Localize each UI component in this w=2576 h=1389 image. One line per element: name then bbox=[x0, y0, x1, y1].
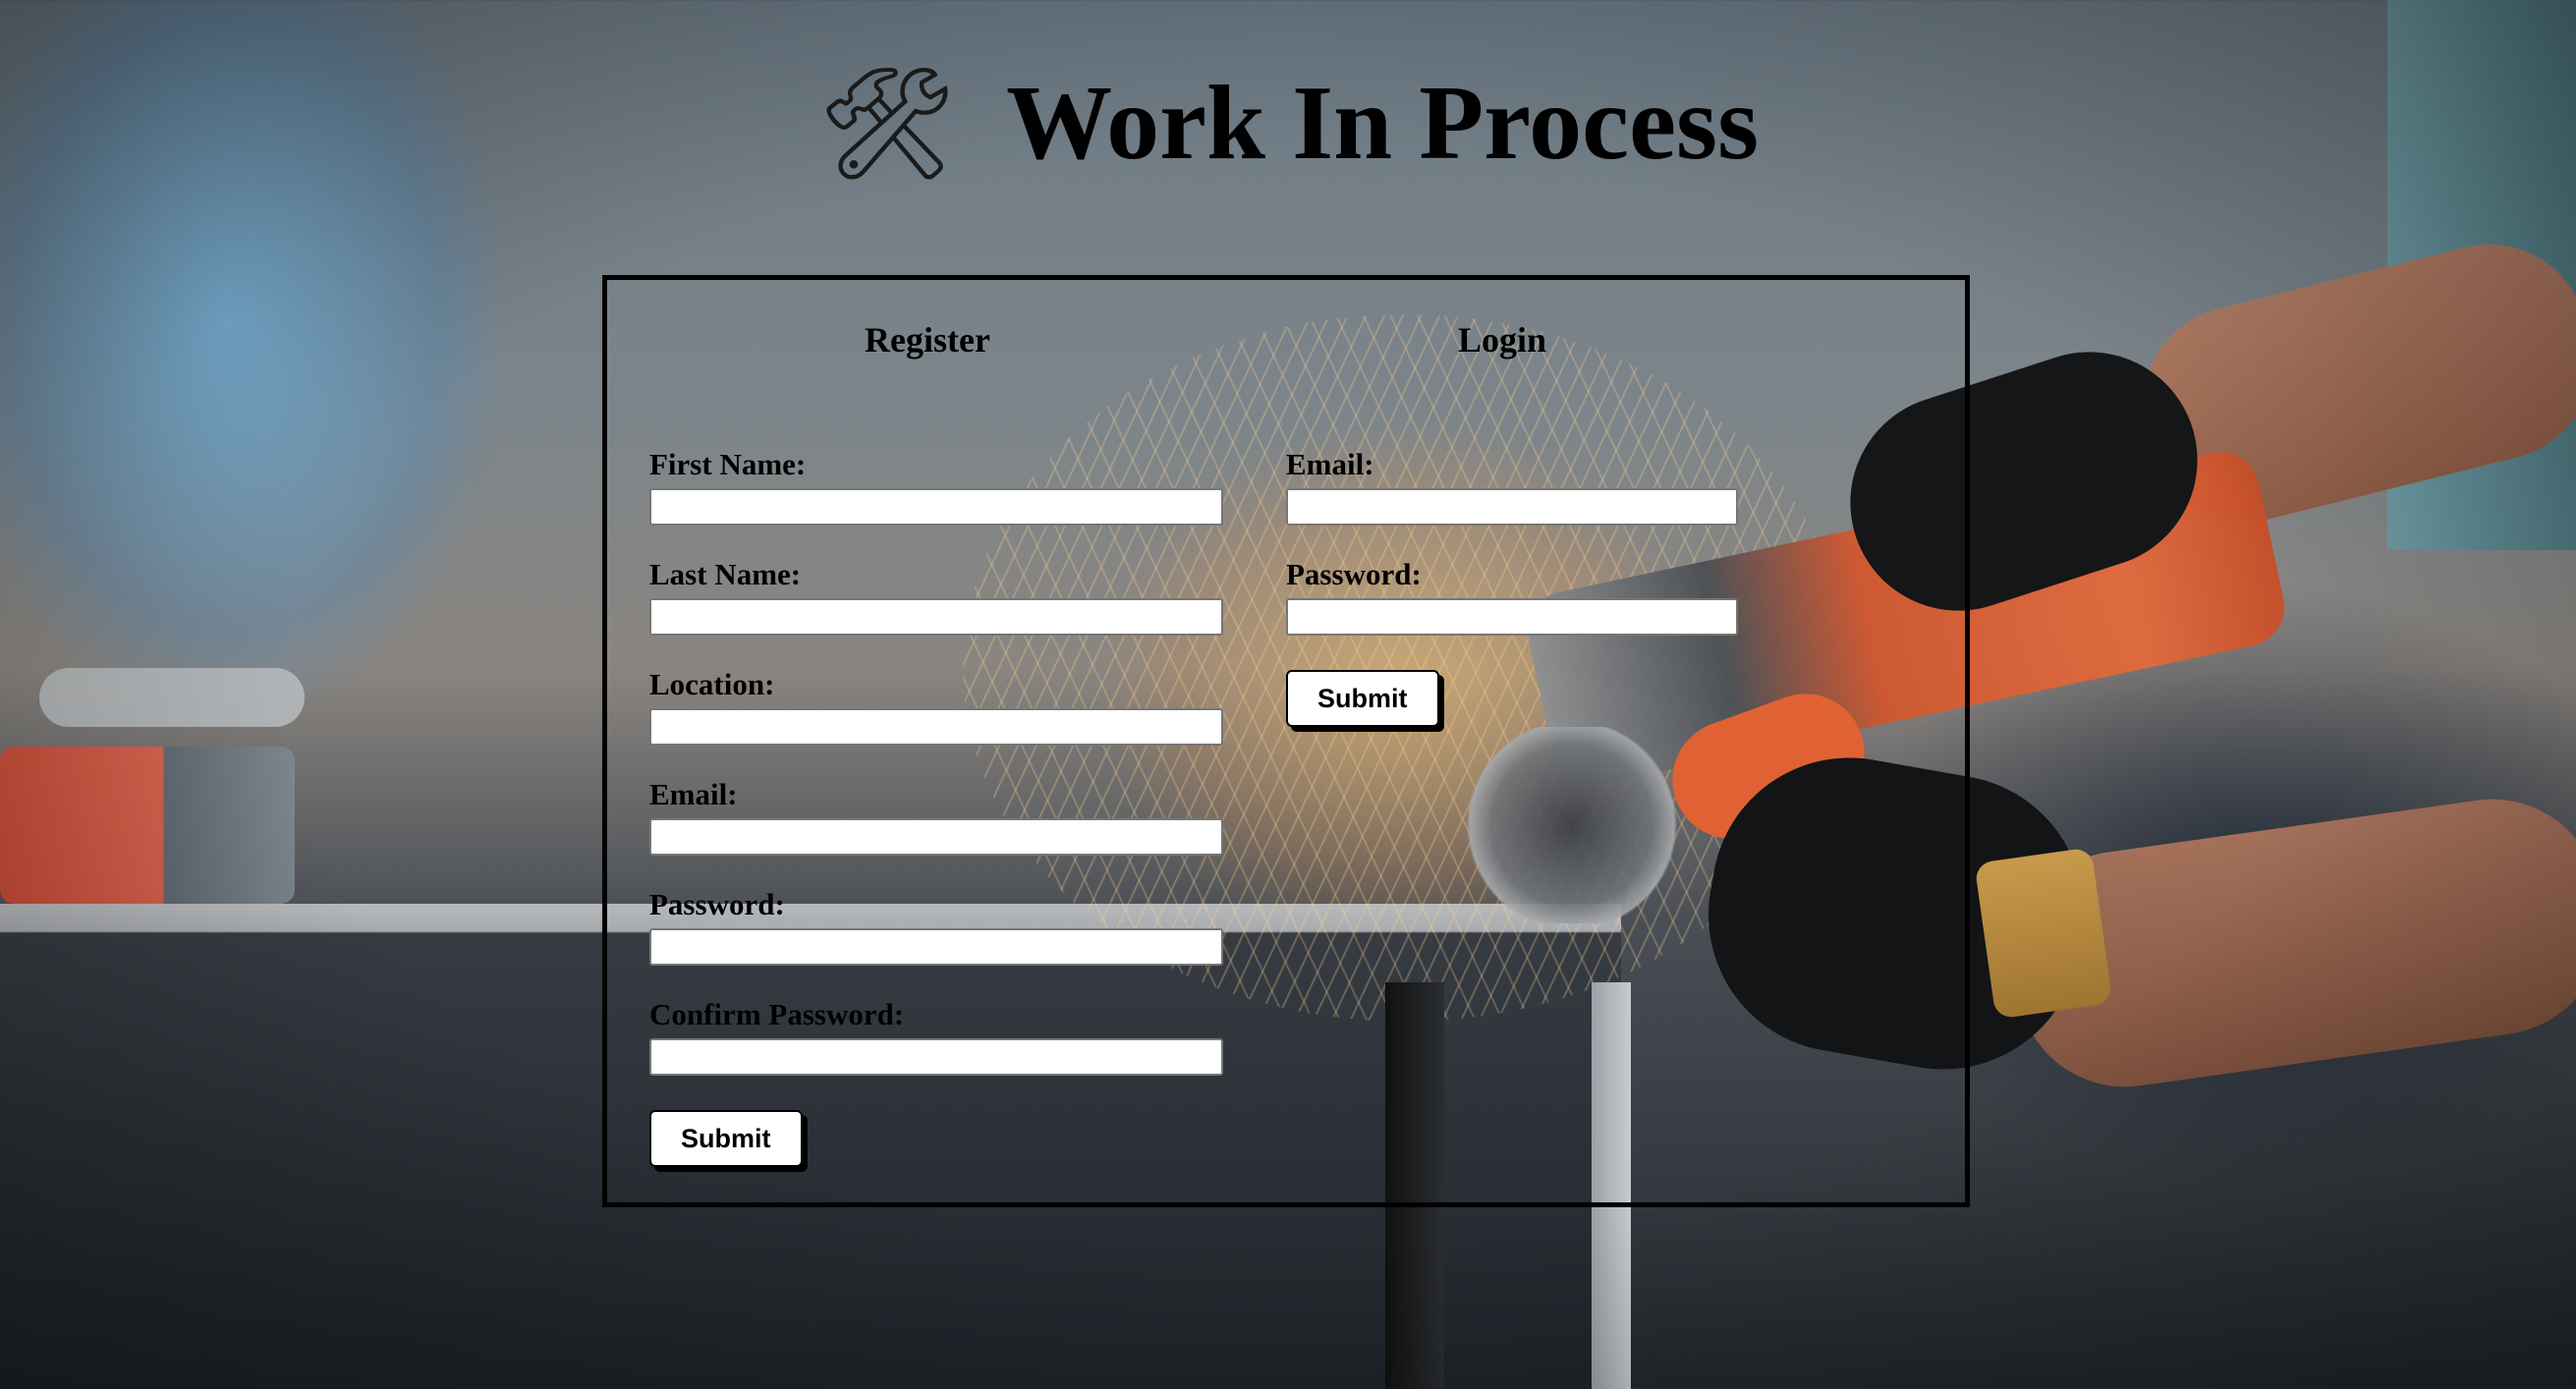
login-password-label: Password: bbox=[1286, 557, 1422, 591]
confirm-password-input[interactable] bbox=[649, 1038, 1223, 1076]
register-password-input[interactable] bbox=[649, 928, 1223, 966]
background-watch bbox=[1974, 847, 2113, 1020]
register-submit-button[interactable]: Submit bbox=[649, 1110, 803, 1167]
background-arm bbox=[2000, 785, 2576, 1101]
login-submit-button[interactable]: Submit bbox=[1286, 670, 1439, 727]
location-label: Location: bbox=[649, 667, 775, 701]
page-header: 🛠 Work In Process bbox=[0, 69, 2576, 179]
forms-panel: Register Login First Name: Last Name: Lo… bbox=[602, 275, 1970, 1207]
login-email-label: Email: bbox=[1286, 447, 1374, 481]
page-title: Work In Process bbox=[1006, 65, 1760, 182]
confirm-password-label: Confirm Password: bbox=[649, 997, 905, 1031]
last-name-input[interactable] bbox=[649, 598, 1223, 636]
first-name-label: First Name: bbox=[649, 447, 807, 481]
login-email-input[interactable] bbox=[1286, 488, 1738, 526]
login-password-input[interactable] bbox=[1286, 598, 1738, 636]
hammer-and-wrench-icon: 🛠 bbox=[816, 60, 958, 188]
register-email-label: Email: bbox=[649, 777, 738, 811]
location-input[interactable] bbox=[649, 708, 1223, 746]
register-email-input[interactable] bbox=[649, 818, 1223, 856]
background-arm bbox=[2122, 223, 2576, 543]
first-name-input[interactable] bbox=[649, 488, 1223, 526]
background-tool-cap bbox=[39, 668, 305, 727]
last-name-label: Last Name: bbox=[649, 557, 802, 591]
background-tool bbox=[0, 747, 295, 904]
login-heading: Login bbox=[1458, 320, 1547, 360]
register-heading: Register bbox=[865, 320, 990, 360]
register-password-label: Password: bbox=[649, 887, 785, 921]
